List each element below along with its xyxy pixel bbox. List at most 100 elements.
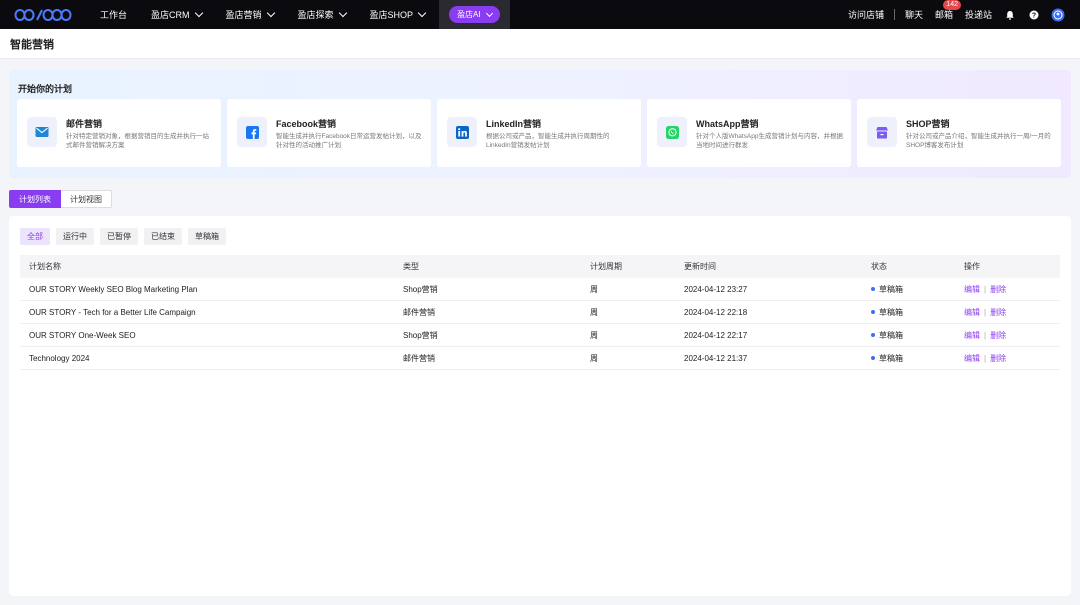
plan-status: 草稿箱 xyxy=(862,330,955,341)
status-dot-icon xyxy=(871,287,875,291)
whatsapp-icon xyxy=(657,117,687,147)
plan-type: 邮件营销 xyxy=(403,307,435,317)
nav-label: 盈店CRM xyxy=(151,10,190,20)
delete-button[interactable]: 删除 xyxy=(990,330,1006,341)
status-label: 草稿箱 xyxy=(879,284,903,294)
help-icon[interactable]: ? xyxy=(1027,8,1041,22)
chat-link[interactable]: 聊天 xyxy=(899,8,929,21)
top-navigation: 工作台 盈店CRM 盈店营销 盈店探索 盈店SHOP 盈店AI 访问店铺 聊天 … xyxy=(0,0,1080,29)
plan-period: 周 xyxy=(590,307,598,317)
column-header-period: 计划周期 xyxy=(590,262,622,271)
row-actions: 编辑 | 删除 xyxy=(955,307,1060,318)
nav-item-ai[interactable]: 盈店AI xyxy=(449,6,500,23)
card-shop-marketing[interactable]: SHOP营销 针对公司或产品介绍，智能生成并执行一周/一月的SHOP博客发布计划 xyxy=(857,99,1061,167)
mail-icon xyxy=(27,117,57,147)
table-row: OUR STORY - Tech for a Better Life Campa… xyxy=(20,301,1060,324)
delete-button[interactable]: 删除 xyxy=(990,307,1006,318)
column-header-updated: 更新时间 xyxy=(684,262,716,271)
nav-ai-container: 盈店AI xyxy=(439,0,510,29)
logo[interactable] xyxy=(0,0,80,29)
plan-updated: 2024-04-12 22:18 xyxy=(684,307,748,317)
card-description: 智能生成并执行Facebook日常运营发帖计划，以及针对性的活动推广计划 xyxy=(276,133,422,149)
plan-updated: 2024-04-12 22:17 xyxy=(684,330,748,340)
nav-label: 盈店营销 xyxy=(225,10,262,20)
delivery-link[interactable]: 投递站 xyxy=(959,8,998,21)
plan-name: OUR STORY Weekly SEO Blog Marketing Plan xyxy=(29,284,198,294)
delete-button[interactable]: 删除 xyxy=(990,284,1006,295)
divider: | xyxy=(984,330,987,340)
card-title: 邮件营销 xyxy=(66,119,103,129)
divider: | xyxy=(984,284,987,294)
delete-button[interactable]: 删除 xyxy=(990,353,1006,364)
column-header-name: 计划名称 xyxy=(29,262,61,271)
divider: | xyxy=(984,353,987,363)
status-dot-icon xyxy=(871,333,875,337)
edit-button[interactable]: 编辑 xyxy=(964,330,980,341)
bell-icon[interactable] xyxy=(1003,8,1017,22)
nav-label: 盈店AI xyxy=(457,10,481,19)
edit-button[interactable]: 编辑 xyxy=(964,284,980,295)
row-actions: 编辑 | 删除 xyxy=(955,284,1060,295)
start-plan-panel: 开始你的计划 邮件营销 针对特定营销对象，根据营销目的生成并执行一站式邮件营销解… xyxy=(9,70,1071,178)
status-label: 草稿箱 xyxy=(879,353,903,363)
chevron-down-icon xyxy=(266,8,275,18)
nav-item-shop[interactable]: 盈店SHOP xyxy=(358,0,438,29)
column-header-type: 类型 xyxy=(403,262,419,271)
page-title: 智能营销 xyxy=(10,38,54,51)
avatar[interactable] xyxy=(1051,8,1065,22)
card-description: 根据公司或产品，智能生成并执行周期性的LinkedIn营销发帖计划 xyxy=(486,133,610,149)
linkedin-icon xyxy=(447,117,477,147)
visit-store-link[interactable]: 访问店铺 xyxy=(842,8,890,21)
nav-right: 访问店铺 聊天 邮箱 142 投递站 ? xyxy=(842,0,1080,29)
plan-status: 草稿箱 xyxy=(862,284,955,295)
mailbox-label: 邮箱 xyxy=(934,10,953,20)
facebook-icon xyxy=(237,117,267,147)
plan-status: 草稿箱 xyxy=(862,353,955,364)
plan-updated: 2024-04-12 23:27 xyxy=(684,284,748,294)
filter-ended[interactable]: 已结束 xyxy=(144,228,182,245)
tab-plan-view[interactable]: 计划视图 xyxy=(61,190,112,208)
edit-button[interactable]: 编辑 xyxy=(964,353,980,364)
plan-period: 周 xyxy=(590,284,598,294)
chevron-down-icon xyxy=(485,9,493,17)
nav-item-workbench[interactable]: 工作台 xyxy=(88,0,139,29)
filter-running[interactable]: 运行中 xyxy=(56,228,94,245)
status-label: 草稿箱 xyxy=(879,307,903,317)
card-whatsapp-marketing[interactable]: WhatsApp营销 针对个人版WhatsApp生成营销计划与内容，并根据当地时… xyxy=(647,99,851,167)
filter-drafts[interactable]: 草稿箱 xyxy=(188,228,226,245)
status-dot-icon xyxy=(871,356,875,360)
table-row: OUR STORY Weekly SEO Blog Marketing Plan… xyxy=(20,278,1060,301)
nav-item-crm[interactable]: 盈店CRM xyxy=(139,0,214,29)
chevron-down-icon xyxy=(338,8,347,18)
nav-item-marketing[interactable]: 盈店营销 xyxy=(214,0,286,29)
card-facebook-marketing[interactable]: Facebook营销 智能生成并执行Facebook日常运营发帖计划，以及针对性… xyxy=(227,99,431,167)
shop-icon xyxy=(867,117,897,147)
column-header-status: 状态 xyxy=(871,262,887,271)
edit-button[interactable]: 编辑 xyxy=(964,307,980,318)
plan-updated: 2024-04-12 21:37 xyxy=(684,353,748,363)
card-title: LinkedIn营销 xyxy=(486,119,542,129)
row-actions: 编辑 | 删除 xyxy=(955,353,1060,364)
status-filters: 全部 运行中 已暂停 已结束 草稿箱 xyxy=(20,228,226,245)
plan-period: 周 xyxy=(590,330,598,340)
divider: | xyxy=(984,307,987,317)
card-title: Facebook营销 xyxy=(276,119,337,129)
chevron-down-icon xyxy=(194,8,203,18)
nav-label: 工作台 xyxy=(100,10,128,20)
plan-status: 草稿箱 xyxy=(862,307,955,318)
filter-all[interactable]: 全部 xyxy=(20,228,50,245)
row-actions: 编辑 | 删除 xyxy=(955,330,1060,341)
main-menu: 工作台 盈店CRM 盈店营销 盈店探索 盈店SHOP 盈店AI xyxy=(88,0,510,29)
filter-paused[interactable]: 已暂停 xyxy=(100,228,138,245)
chevron-down-icon xyxy=(417,8,427,18)
mailbox-link[interactable]: 邮箱 142 xyxy=(929,0,961,21)
card-linkedin-marketing[interactable]: LinkedIn营销 根据公司或产品，智能生成并执行周期性的LinkedIn营销… xyxy=(437,99,641,167)
nav-item-explore[interactable]: 盈店探索 xyxy=(286,0,358,29)
plan-type: Shop营销 xyxy=(403,330,438,340)
plan-period: 周 xyxy=(590,353,598,363)
card-email-marketing[interactable]: 邮件营销 针对特定营销对象，根据营销目的生成并执行一站式邮件营销解决方案 xyxy=(17,99,221,167)
section-title: 开始你的计划 xyxy=(18,84,73,94)
status-dot-icon xyxy=(871,310,875,314)
table-header: 计划名称 类型 计划周期 更新时间 状态 操作 xyxy=(20,255,1060,278)
tab-plan-list[interactable]: 计划列表 xyxy=(9,190,61,208)
